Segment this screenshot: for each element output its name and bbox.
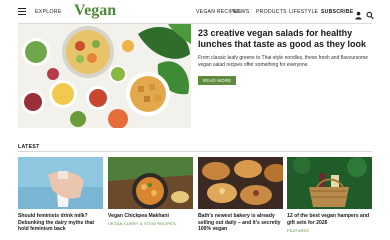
article-title[interactable]: Bath's newest bakery is already selling … bbox=[198, 213, 283, 233]
article-category-tag[interactable]: VEGAN CURRY & STEW RECIPES bbox=[108, 221, 193, 226]
latest-divider bbox=[18, 151, 372, 152]
subscribe-link[interactable]: SUBSCRIBE bbox=[321, 9, 353, 15]
article-thumbnail-bakery[interactable] bbox=[198, 157, 283, 209]
article-card[interactable]: Should feminists drink milk? Debunking t… bbox=[18, 157, 103, 233]
nav-news[interactable]: NEWS bbox=[233, 9, 249, 15]
hero-image-salads[interactable] bbox=[18, 24, 191, 128]
article-card[interactable]: Bath's newest bakery is already selling … bbox=[198, 157, 283, 233]
article-thumbnail-curry[interactable] bbox=[108, 157, 193, 209]
article-thumbnail-milk[interactable] bbox=[18, 157, 103, 209]
article-title[interactable]: 12 of the best vegan hampers and gift se… bbox=[287, 213, 372, 226]
site-header: EXPLORE Vegan VEGAN RECIPES NEWS PRODUCT… bbox=[0, 0, 390, 24]
hero-description: From classic leafy greens to Thai-style … bbox=[198, 55, 368, 68]
menu-icon[interactable] bbox=[18, 8, 26, 16]
article-title[interactable]: Vegan Chickpea Makhani bbox=[108, 213, 193, 220]
article-title[interactable]: Should feminists drink milk? Debunking t… bbox=[18, 213, 103, 233]
article-card[interactable]: 12 of the best vegan hampers and gift se… bbox=[287, 157, 372, 233]
site-logo[interactable]: Vegan bbox=[74, 2, 116, 20]
nav-lifestyle[interactable]: LIFESTYLE bbox=[289, 9, 318, 15]
hero-title[interactable]: 23 creative vegan salads for healthy lun… bbox=[198, 28, 378, 50]
latest-heading: LATEST bbox=[18, 144, 40, 150]
read-more-button[interactable]: READ MORE bbox=[198, 76, 236, 85]
article-card[interactable]: Vegan Chickpea Makhani VEGAN CURRY & STE… bbox=[108, 157, 193, 226]
article-thumbnail-hamper[interactable] bbox=[287, 157, 372, 209]
article-category-tag[interactable]: FEATURES bbox=[287, 228, 372, 233]
nav-products[interactable]: PRODUCTS bbox=[256, 9, 287, 15]
explore-link[interactable]: EXPLORE bbox=[35, 9, 62, 15]
